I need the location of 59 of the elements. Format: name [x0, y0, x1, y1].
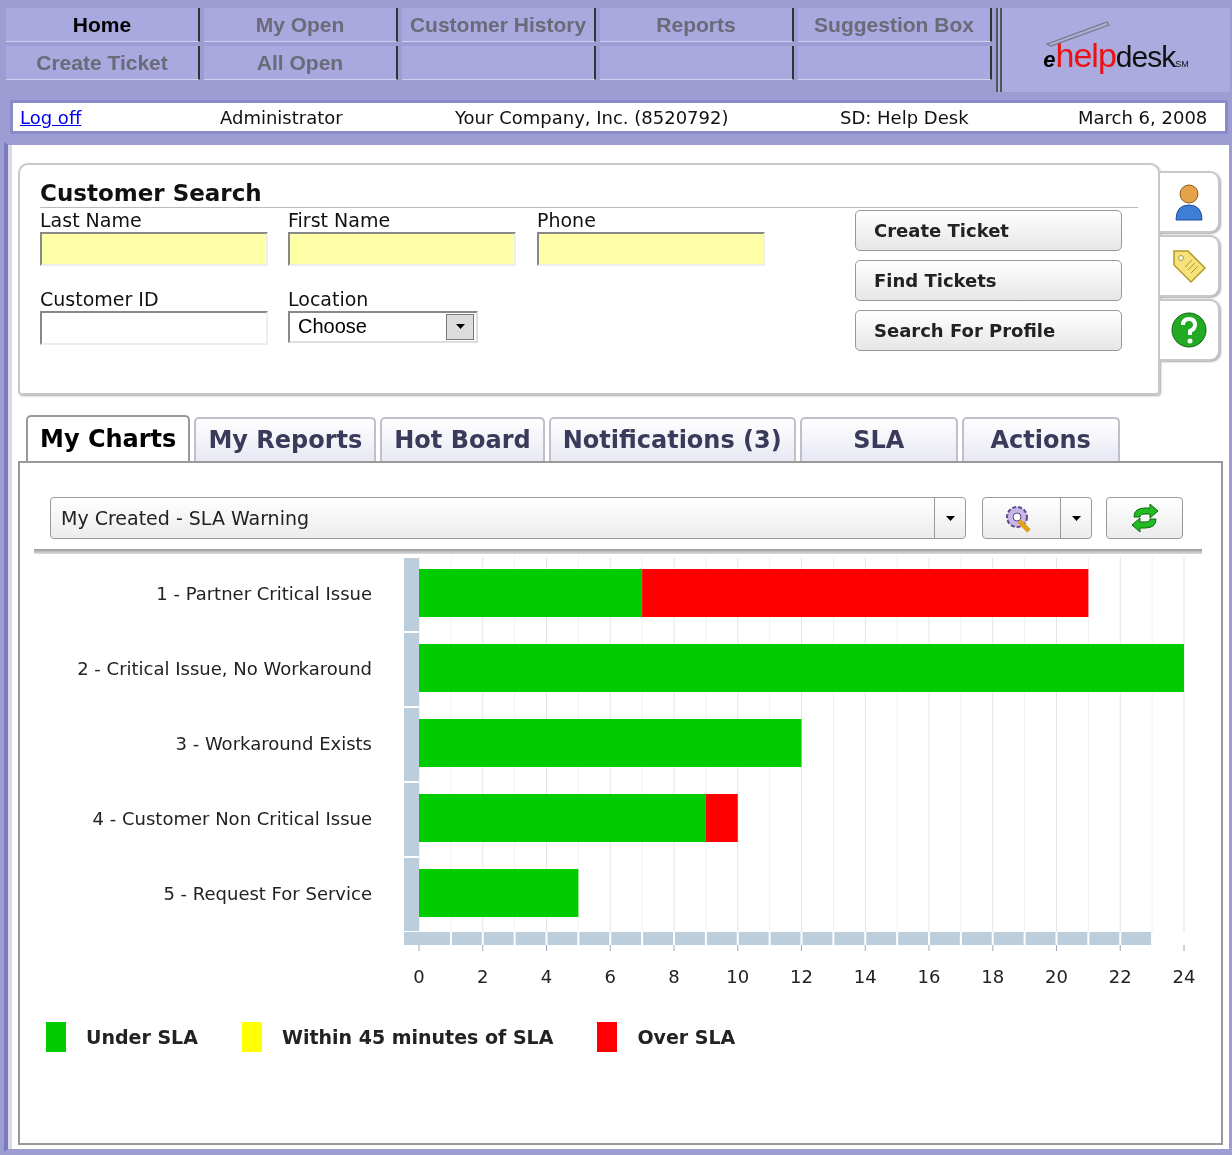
x-tick-label: 4: [540, 966, 553, 987]
category-label: 5 - Request For Service: [163, 882, 372, 904]
field-label: First Name: [288, 208, 392, 232]
nav-tab[interactable]: Home: [6, 8, 200, 42]
side-tab[interactable]: [1160, 235, 1220, 297]
x-tick-label: 0: [413, 966, 425, 987]
chart-dropdown[interactable]: My Created - SLA Warning: [50, 497, 966, 539]
field-label: Location: [288, 286, 370, 311]
person-icon: [1174, 183, 1204, 221]
category-label: 4 - Customer Non Critical Issue: [92, 807, 372, 829]
company-name: Your Company, Inc. (8520792): [455, 106, 730, 128]
x-tick-label: 20: [1045, 966, 1068, 987]
x-tick-label: 16: [917, 966, 941, 987]
action-button[interactable]: Search For Profile: [855, 310, 1122, 351]
legend-label: Over SLA: [637, 1026, 736, 1048]
input-field[interactable]: [40, 310, 268, 345]
field-label: Last Name: [40, 208, 143, 232]
input-field[interactable]: [40, 232, 268, 266]
tab[interactable]: SLA: [799, 417, 958, 461]
tag-icon: [1170, 247, 1208, 285]
category-label: 2 - Critical Issue, No Workaround: [77, 657, 372, 679]
input-field[interactable]: [537, 232, 765, 266]
caret-icon: [455, 324, 465, 329]
tab[interactable]: My Charts: [26, 415, 191, 461]
date-text: March 6, 2008: [1078, 106, 1208, 128]
caret-icon: [1071, 515, 1081, 521]
x-tick-label: 10: [726, 966, 750, 987]
location-dropdown[interactable]: Choose: [288, 310, 478, 343]
tab[interactable]: My Reports: [194, 417, 377, 461]
x-tick-label: 24: [1172, 966, 1196, 987]
x-tick-label: 8: [668, 966, 680, 987]
x-tick-label: 18: [981, 966, 1005, 987]
field-label: Phone: [537, 208, 597, 232]
logoff-link[interactable]: Log off: [20, 106, 220, 128]
side-tab[interactable]: [1160, 299, 1220, 361]
tab[interactable]: Hot Board: [380, 417, 545, 461]
legend-label: Within 45 minutes of SLA: [281, 1026, 554, 1048]
input-field[interactable]: [288, 232, 516, 266]
x-tick-label: 14: [853, 966, 877, 987]
section-title: Customer Search: [40, 179, 1138, 208]
legend-label: Under SLA: [86, 1026, 198, 1048]
category-label: 3 - Workaround Exists: [175, 732, 372, 754]
settings-button[interactable]: [982, 497, 1092, 539]
x-tick-label: 6: [604, 966, 616, 987]
side-tab[interactable]: [1160, 171, 1220, 233]
x-tick-label: 22: [1108, 966, 1132, 987]
field-label: Customer ID: [40, 286, 160, 311]
action-button[interactable]: Create Ticket: [855, 210, 1122, 251]
action-button[interactable]: Find Tickets: [855, 260, 1122, 301]
user-name: Administrator: [220, 106, 344, 128]
tab[interactable]: Actions: [961, 417, 1120, 461]
x-tick-label: 2: [477, 966, 489, 987]
x-tick-label: 12: [790, 966, 813, 987]
refresh-button[interactable]: [1106, 497, 1183, 539]
help-icon: [1170, 311, 1208, 349]
service-desk: SD: Help Desk: [840, 106, 970, 128]
caret-icon: [945, 515, 955, 521]
tab[interactable]: Notifications (3): [548, 417, 796, 461]
category-label: 1 - Partner Critical Issue: [156, 582, 372, 604]
